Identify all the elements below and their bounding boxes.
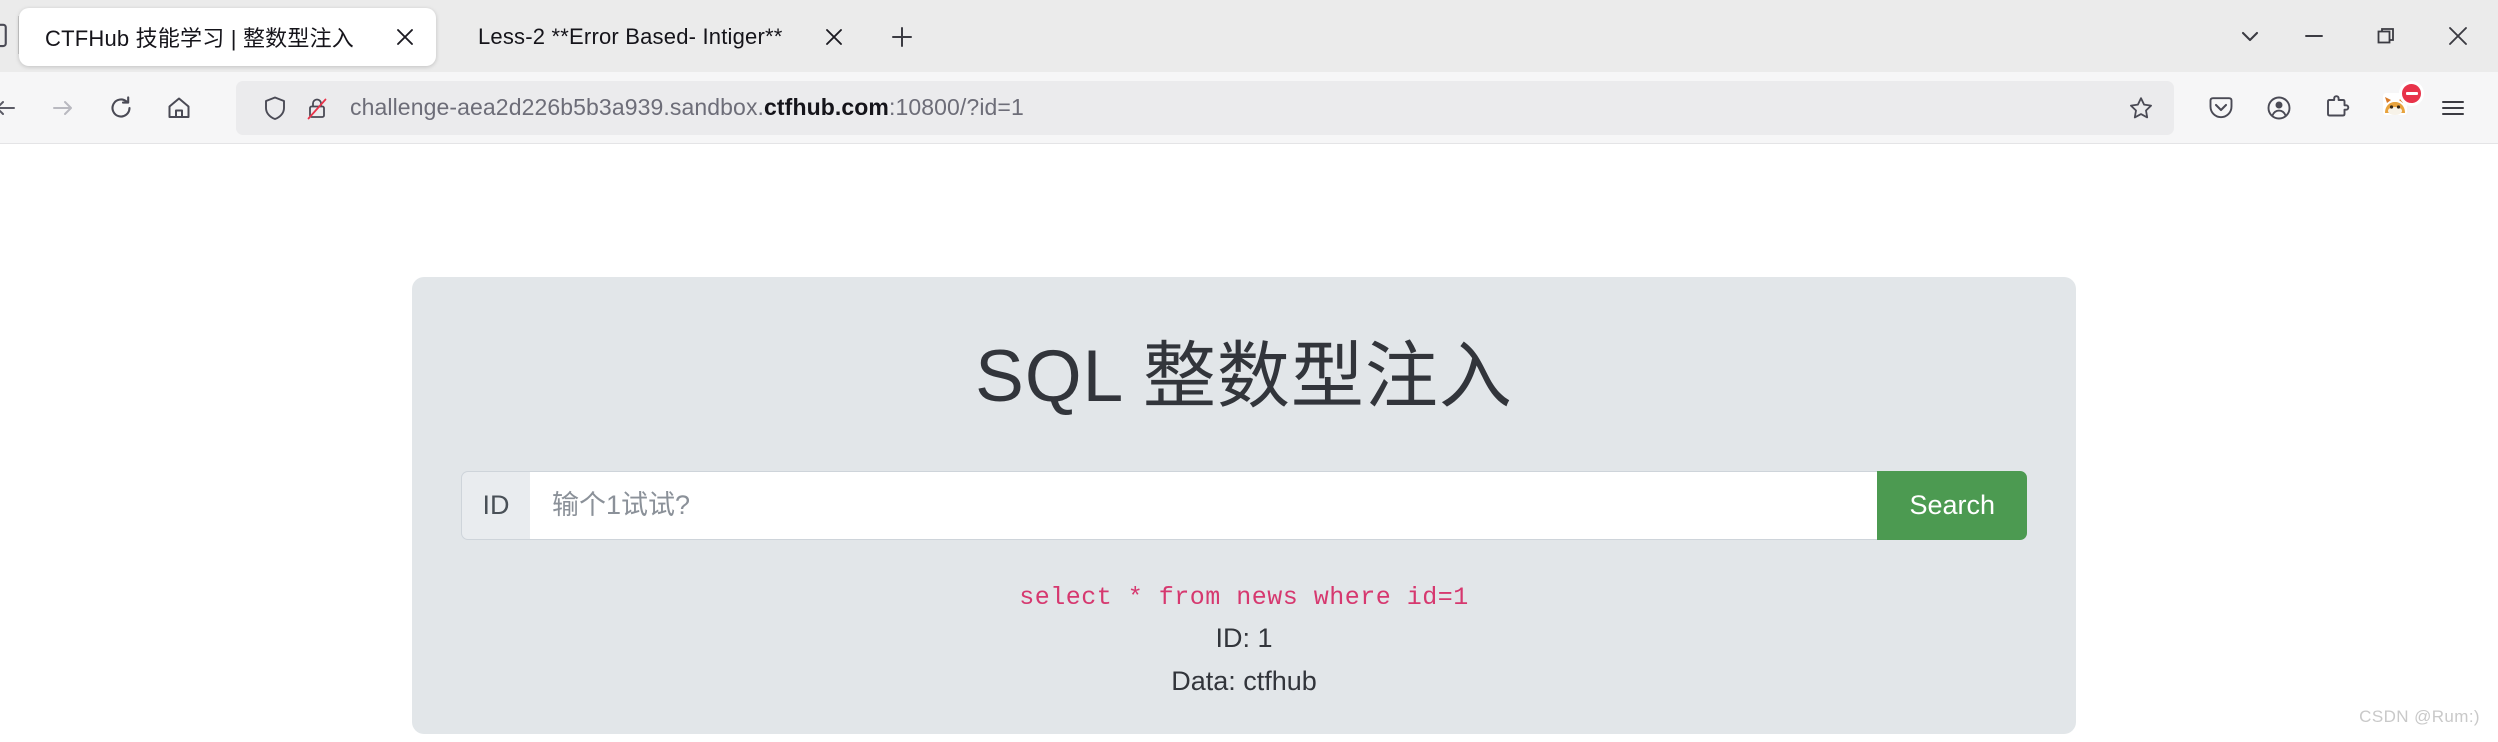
home-button[interactable] — [150, 79, 208, 137]
page-viewport: SQL 整数型注入 ID Search select * from news w… — [0, 144, 2498, 741]
close-window-button[interactable] — [2422, 6, 2494, 66]
reload-button[interactable] — [92, 79, 150, 137]
broken-lock-icon[interactable] — [296, 87, 338, 129]
back-button[interactable] — [0, 79, 34, 137]
result-data-line: Data: ctfhub — [1171, 666, 1317, 697]
content-panel: SQL 整数型注入 ID Search select * from news w… — [412, 277, 2076, 734]
save-to-pocket-icon[interactable] — [2192, 79, 2250, 137]
browser-tab-less2[interactable]: Less-2 **Error Based- Intiger** — [452, 8, 865, 66]
browser-toolbar-icons — [2192, 79, 2482, 137]
close-icon[interactable] — [817, 20, 851, 54]
url-host: ctfhub.com — [764, 94, 889, 120]
close-icon[interactable] — [388, 20, 422, 54]
tab-title: Less-2 **Error Based- Intiger** — [477, 24, 783, 49]
extensions-icon[interactable] — [2308, 79, 2366, 137]
avatar[interactable] — [2373, 80, 2424, 130]
star-outline-icon[interactable] — [2118, 85, 2164, 131]
shield-icon[interactable] — [254, 87, 296, 129]
firefox-logo-icon — [0, 0, 18, 72]
application-menu-icon[interactable] — [2424, 79, 2482, 137]
page-title: SQL 整数型注入 — [975, 336, 1513, 417]
minimize-button[interactable] — [2278, 6, 2350, 66]
blocked-badge-icon — [2399, 80, 2424, 106]
account-icon[interactable] — [2250, 79, 2308, 137]
sql-query-text: select * from news where id=1 — [1019, 583, 1469, 613]
window-controls-area — [2222, 0, 2498, 72]
url-bar[interactable]: challenge-aea2d226b5b3a939.sandbox.ctfhu… — [236, 80, 2174, 135]
id-prefix-label: ID — [461, 471, 530, 541]
browser-tab-ctfhub[interactable]: CTFHub 技能学习 | 整数型注入 — [19, 8, 436, 66]
result-id-line: ID: 1 — [1215, 622, 1273, 653]
forward-button[interactable] — [34, 79, 92, 137]
id-search-form: ID Search — [461, 471, 2027, 541]
firefox-profile-avatar[interactable] — [2366, 79, 2424, 137]
tab-strip: CTFHub 技能学习 | 整数型注入 Less-2 **Error Based… — [0, 0, 2498, 72]
browser-window: CTFHub 技能学习 | 整数型注入 Less-2 **Error Based… — [0, 0, 2498, 742]
query-result: select * from news where id=1 ID: 1 Data… — [412, 580, 2076, 704]
restore-window-button[interactable] — [2350, 6, 2422, 66]
id-input[interactable] — [530, 471, 1878, 541]
url-text: challenge-aea2d226b5b3a939.sandbox.ctfhu… — [350, 94, 2118, 121]
list-all-tabs-button[interactable] — [2222, 10, 2278, 62]
csdn-watermark: CSDN @Rum:) — [2359, 707, 2480, 726]
new-tab-button[interactable] — [879, 14, 925, 60]
tab-title: CTFHub 技能学习 | 整数型注入 — [45, 26, 354, 51]
navigation-toolbar: challenge-aea2d226b5b3a939.sandbox.ctfhu… — [0, 72, 2498, 144]
search-button[interactable]: Search — [1877, 471, 2027, 541]
url-suffix: :10800/?id=1 — [888, 94, 1024, 120]
url-prefix: challenge-aea2d226b5b3a939.sandbox. — [350, 94, 765, 120]
